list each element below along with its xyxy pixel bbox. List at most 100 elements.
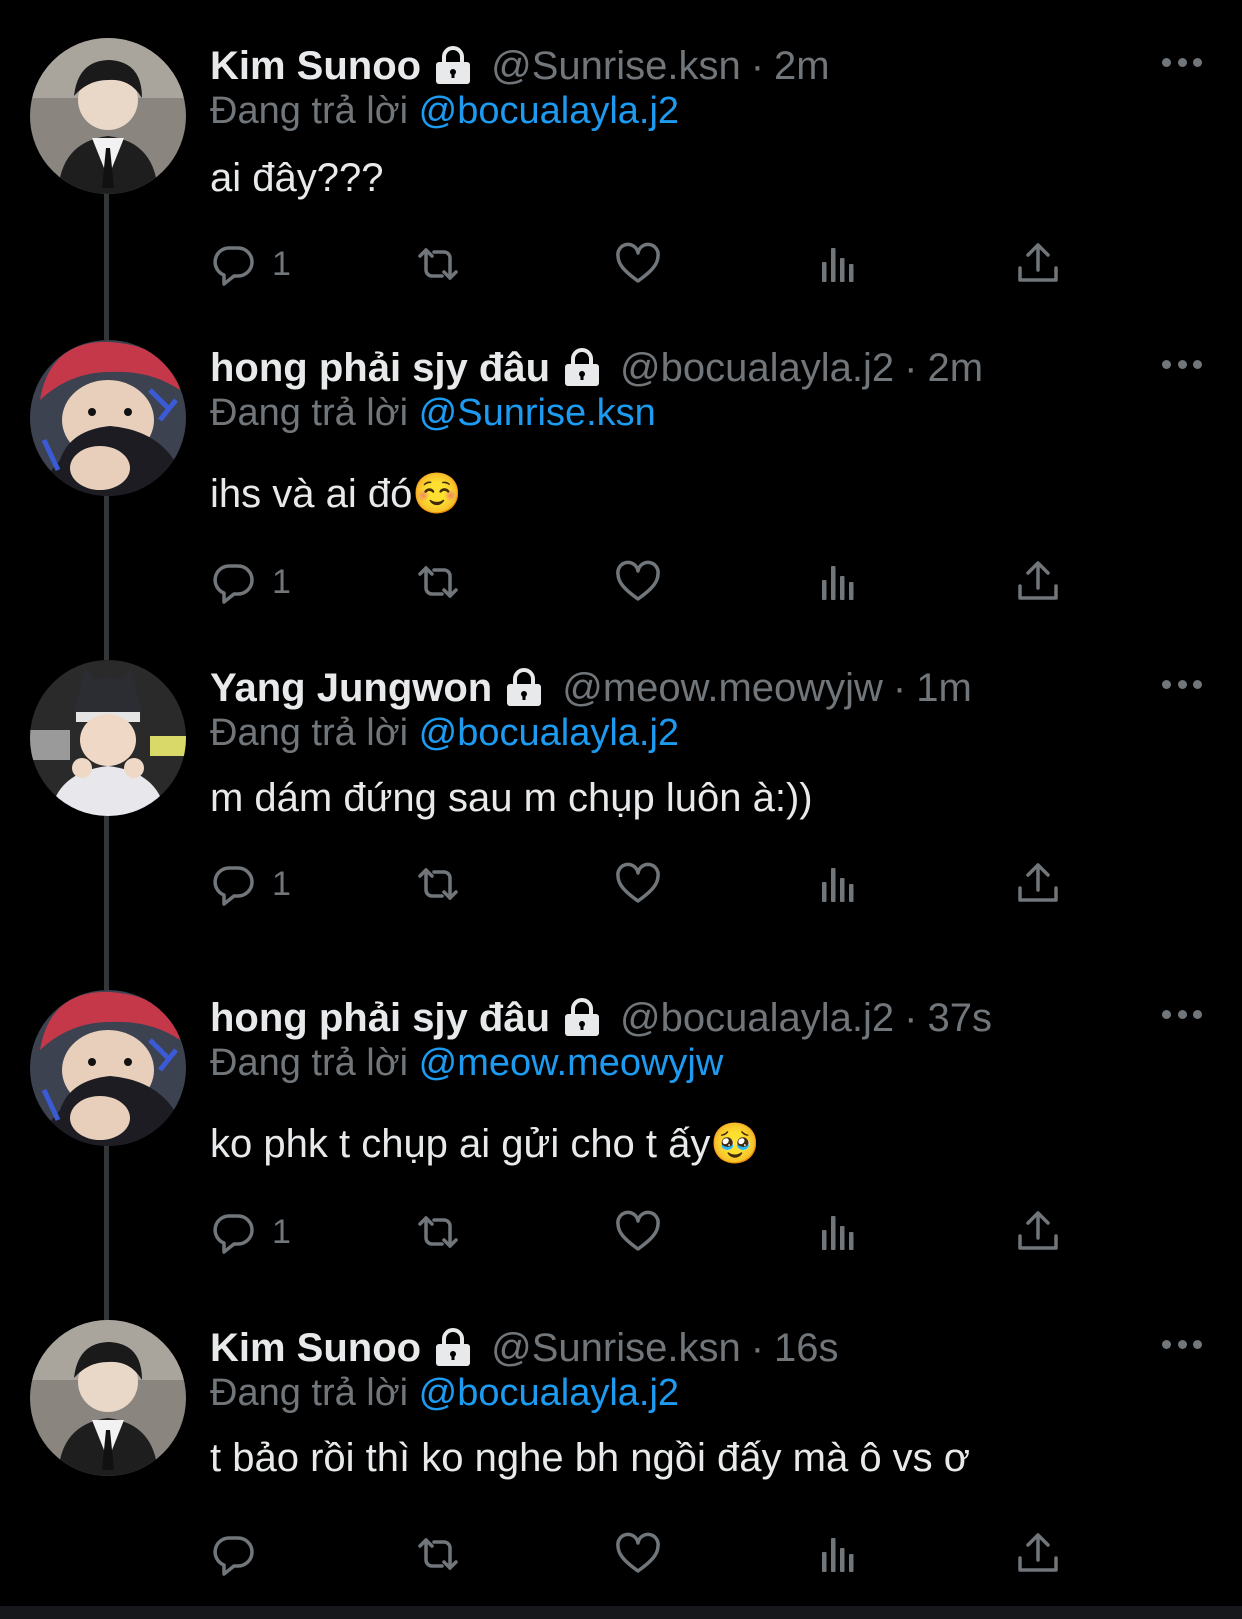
timestamp[interactable]: 16s [774, 1326, 839, 1371]
lock-icon [562, 998, 602, 1038]
separator: · [904, 345, 918, 390]
user-handle[interactable]: @meow.meowyjw [562, 666, 883, 711]
like-button[interactable] [614, 554, 662, 610]
share-button[interactable] [1014, 1204, 1062, 1260]
retweet-button[interactable] [414, 1526, 462, 1582]
retweet-button[interactable] [414, 1204, 462, 1260]
retweet-button[interactable] [414, 554, 462, 610]
like-button[interactable] [614, 236, 662, 292]
timestamp[interactable]: 2m [774, 44, 830, 89]
more-icon[interactable] [1162, 674, 1202, 694]
user-handle[interactable]: @Sunrise.ksn [491, 1326, 741, 1371]
views-button[interactable] [814, 1526, 862, 1582]
reply-icon [213, 1536, 254, 1576]
thread-line [104, 490, 109, 660]
share-button[interactable] [1014, 856, 1062, 912]
user-handle[interactable]: @bocualayla.j2 [620, 346, 894, 391]
action-bar: 1 [210, 554, 1110, 610]
more-icon[interactable] [1162, 354, 1202, 374]
replying-to: Đang trả lời @bocualayla.j2 [210, 90, 679, 133]
user-handle[interactable]: @bocualayla.j2 [620, 996, 894, 1041]
reply-button[interactable] [210, 1526, 272, 1582]
lock-icon [433, 46, 473, 86]
share-icon [1018, 243, 1058, 282]
tweet-text: ko phk t chụp ai gửi cho t ấy🥹 [210, 1122, 761, 1166]
display-name[interactable]: Kim Sunoo [210, 1326, 421, 1371]
reply-count: 1 [272, 864, 291, 903]
reply-icon [213, 564, 254, 604]
share-button[interactable] [1014, 554, 1062, 610]
replying-to-label: Đang trả lời [210, 1042, 409, 1084]
tweet-text: t bảo rồi thì ko nghe bh ngồi đấy mà ô v… [210, 1436, 971, 1480]
reply-button[interactable]: 1 [210, 554, 291, 610]
display-name[interactable]: hong phải sjy đâu [210, 346, 550, 391]
timestamp[interactable]: 2m [927, 346, 983, 391]
reply-count: 1 [272, 1212, 291, 1251]
more-icon[interactable] [1162, 52, 1202, 72]
avatar-kim-sunoo[interactable] [30, 1320, 186, 1476]
reply-button[interactable]: 1 [210, 856, 291, 912]
replying-to: Đang trả lời @bocualayla.j2 [210, 712, 679, 755]
display-name[interactable]: Yang Jungwon [210, 666, 492, 711]
share-icon [1018, 561, 1058, 600]
replying-to-label: Đang trả lời [210, 90, 409, 132]
mention-link[interactable]: @Sunrise.ksn [419, 392, 656, 434]
replying-to: Đang trả lời @Sunrise.ksn [210, 392, 656, 435]
replying-to-label: Đang trả lời [210, 712, 409, 754]
reply-thread: Kim Sunoo @Sunrise.ksn · 2m Đang trả lời… [0, 0, 1242, 1619]
replying-to: Đang trả lời @meow.meowyjw [210, 1042, 723, 1085]
views-button[interactable] [814, 236, 862, 292]
avatar-kim-sunoo[interactable] [30, 38, 186, 194]
retweet-icon [418, 566, 458, 598]
share-icon [1018, 1533, 1058, 1572]
share-button[interactable] [1014, 236, 1062, 292]
action-bar: 1 [210, 1204, 1110, 1260]
like-button[interactable] [614, 1526, 662, 1582]
timestamp[interactable]: 37s [927, 996, 992, 1041]
action-bar [210, 1526, 1110, 1582]
like-button[interactable] [614, 1204, 662, 1260]
mention-link[interactable]: @bocualayla.j2 [419, 90, 679, 132]
share-icon [1018, 1211, 1058, 1250]
replying-to: Đang trả lời @bocualayla.j2 [210, 1372, 679, 1415]
replying-to-label: Đang trả lời [210, 1372, 409, 1414]
tweet-header: hong phải sjy đâu @bocualayla.j2 · 37s [210, 990, 992, 1046]
retweet-icon [418, 1216, 458, 1248]
retweet-button[interactable] [414, 236, 462, 292]
reply-button[interactable]: 1 [210, 1204, 291, 1260]
avatar-yang-jungwon[interactable] [30, 660, 186, 816]
heart-icon [616, 242, 660, 283]
heart-icon [616, 1532, 660, 1573]
timestamp[interactable]: 1m [916, 666, 972, 711]
reply-button[interactable]: 1 [210, 236, 291, 292]
reply-icon [213, 246, 254, 286]
tweet-text: ai đây??? [210, 156, 384, 200]
user-handle[interactable]: @Sunrise.ksn [491, 44, 741, 89]
avatar-hong-phai-sjy-dau[interactable] [30, 990, 186, 1146]
avatar-hong-phai-sjy-dau[interactable] [30, 340, 186, 496]
views-button[interactable] [814, 1204, 862, 1260]
more-icon[interactable] [1162, 1004, 1202, 1024]
views-icon [822, 566, 854, 600]
views-button[interactable] [814, 554, 862, 610]
heart-icon [616, 862, 660, 903]
display-name[interactable]: Kim Sunoo [210, 44, 421, 89]
views-button[interactable] [814, 856, 862, 912]
lock-icon [504, 668, 544, 708]
mention-link[interactable]: @bocualayla.j2 [419, 1372, 679, 1414]
separator: · [750, 43, 765, 88]
thread-line [104, 810, 109, 990]
mention-link[interactable]: @bocualayla.j2 [419, 712, 679, 754]
lock-icon [433, 1328, 473, 1368]
action-bar: 1 [210, 856, 1110, 912]
more-icon[interactable] [1162, 1334, 1202, 1354]
share-icon [1018, 863, 1058, 902]
separator: · [892, 665, 907, 710]
retweet-button[interactable] [414, 856, 462, 912]
views-icon [822, 868, 854, 902]
display-name[interactable]: hong phải sjy đâu [210, 996, 550, 1041]
mention-link[interactable]: @meow.meowyjw [419, 1042, 724, 1084]
like-button[interactable] [614, 856, 662, 912]
share-button[interactable] [1014, 1526, 1062, 1582]
views-icon [822, 1538, 854, 1572]
